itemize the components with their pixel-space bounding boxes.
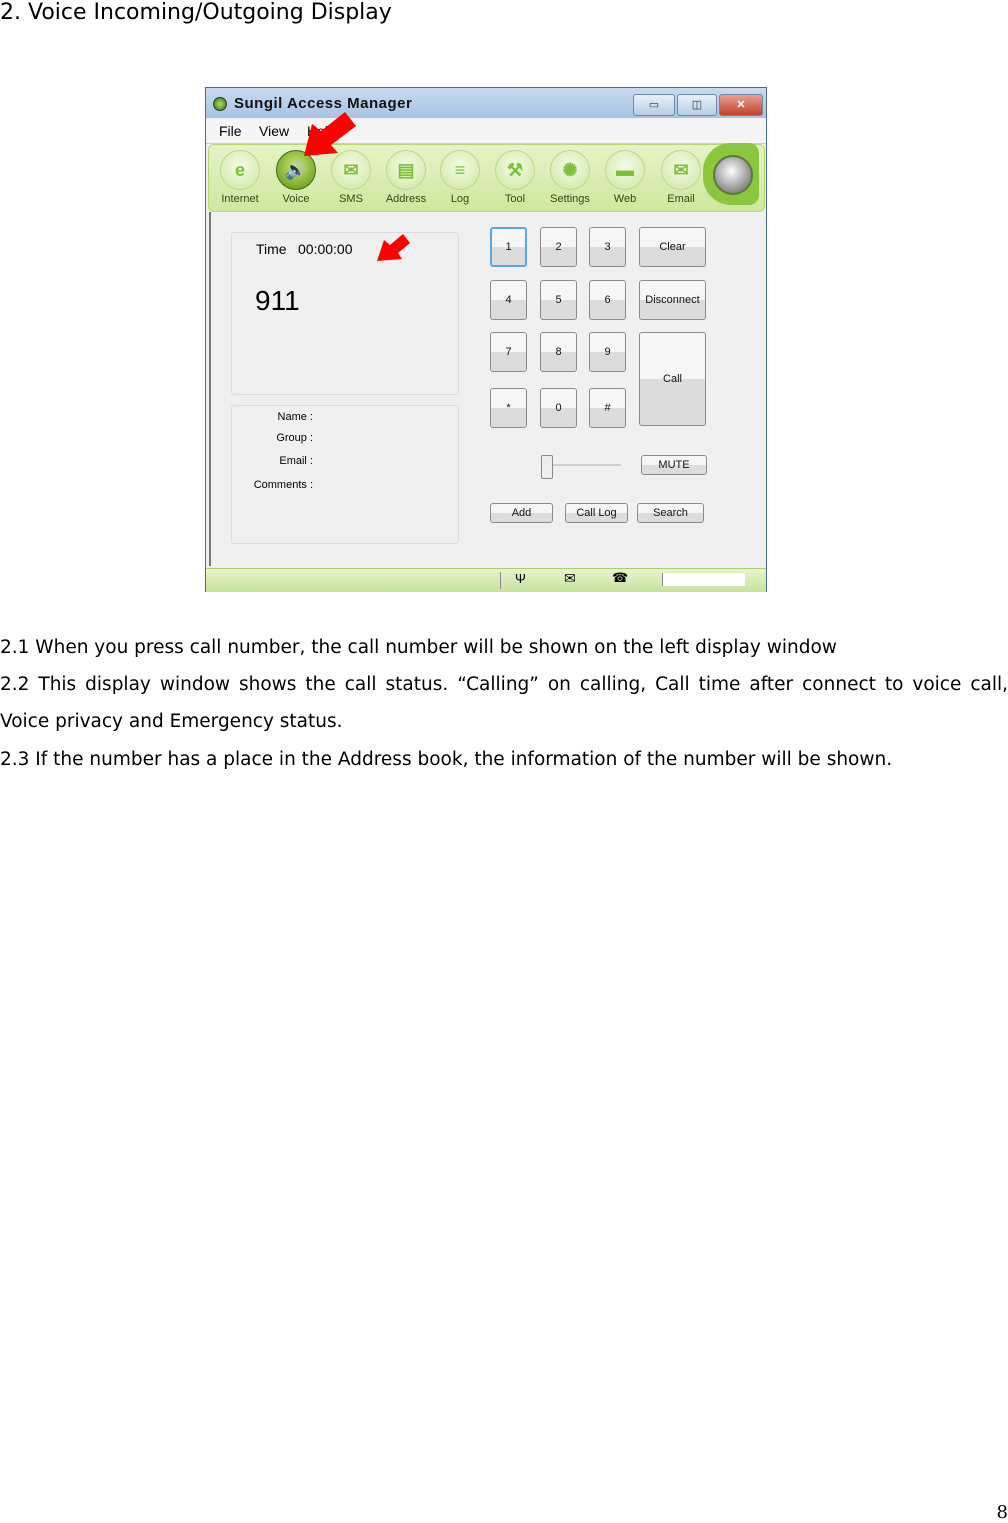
paragraph-2-2: 2.2 This display window shows the call s… bbox=[0, 674, 1008, 732]
red-arrow-icon bbox=[377, 234, 410, 261]
red-arrow-icon bbox=[304, 112, 356, 156]
paragraph-2-1: 2.1 When you press call number, the call… bbox=[0, 637, 837, 658]
annotation-arrows bbox=[304, 112, 410, 261]
page-number: 8 bbox=[996, 1502, 1008, 1523]
paragraph-2-3: 2.3 If the number has a place in the Add… bbox=[0, 749, 893, 770]
